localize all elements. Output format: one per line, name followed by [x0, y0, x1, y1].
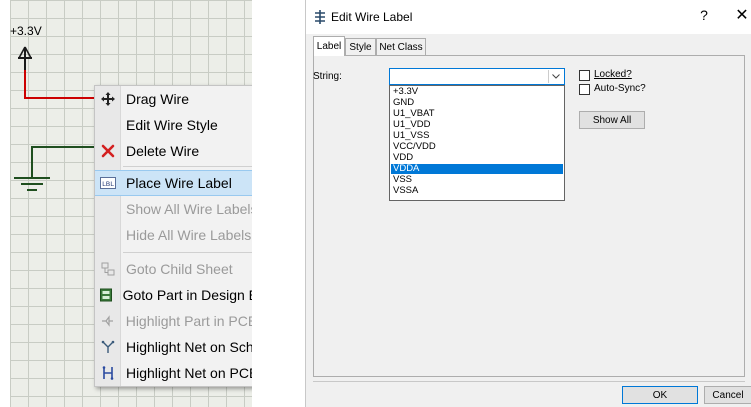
menu-item-label: Drag Wire [126, 91, 190, 107]
tab-net-class[interactable]: Net Class [376, 38, 426, 55]
dialog-footer-divider [313, 381, 745, 382]
dropdown-option[interactable]: VCC/VDD [391, 142, 563, 152]
dialog-titlebar[interactable]: Edit Wire Label ? ✕ [306, 0, 751, 34]
wire-label-app-icon [314, 10, 326, 29]
lbl-icon: LBL [95, 177, 120, 189]
schematic-canvas[interactable]: +3.3V Drag Wire Edit Wire Style Delete W… [10, 0, 252, 407]
menu-item-label: Delete Wire [126, 143, 200, 159]
menu-item-highlight-net-on-schematic[interactable]: Highlight Net on Sche [95, 334, 252, 360]
auto-sync-checkbox[interactable] [579, 84, 590, 95]
menu-item-label: Goto Part in Design Ex [122, 287, 252, 303]
dropdown-option-selected[interactable]: VDDA [391, 164, 563, 174]
ground-wire[interactable] [31, 146, 94, 178]
wire-context-menu: Drag Wire Edit Wire Style Delete Wire LB… [94, 85, 252, 387]
menu-item-label: Show All Wire Labels [126, 201, 252, 217]
menu-item-label: Highlight Net on PCB [126, 365, 252, 381]
close-button[interactable]: ✕ [732, 5, 751, 25]
menu-item-hide-all-wire-labels[interactable]: Hide All Wire Labels [95, 222, 252, 248]
dropdown-option[interactable]: +3.3V [391, 87, 563, 97]
dropdown-option[interactable]: U1_VDD [391, 120, 563, 130]
highlight-part-icon [95, 314, 120, 328]
menu-separator [123, 166, 252, 167]
menu-item-place-wire-label[interactable]: LBL Place Wire Label [95, 170, 252, 196]
string-dropdown-list: +3.3V GND U1_VBAT U1_VDD U1_VSS VCC/VDD … [389, 85, 565, 201]
child-sheet-icon [95, 262, 120, 276]
net-schematic-icon [95, 340, 120, 354]
ground-symbol-icon[interactable] [14, 177, 50, 191]
show-all-button[interactable]: Show All [579, 111, 645, 129]
cancel-button[interactable]: Cancel [704, 386, 751, 404]
string-label: String: [313, 71, 342, 82]
net-pcb-icon [95, 366, 120, 380]
menu-item-highlight-part-in-pcb[interactable]: Highlight Part in PCB I [95, 308, 252, 334]
menu-separator [123, 252, 252, 253]
string-value [390, 74, 393, 85]
menu-item-label: Place Wire Label [126, 175, 232, 191]
chevron-down-icon[interactable] [548, 70, 563, 83]
power-terminal-icon[interactable] [18, 46, 32, 70]
dropdown-option[interactable]: VSS [391, 175, 563, 185]
svg-text:LBL: LBL [102, 180, 114, 188]
menu-item-show-all-wire-labels[interactable]: Show All Wire Labels [95, 196, 252, 222]
locked-checkbox[interactable] [579, 70, 590, 81]
menu-item-edit-wire-style[interactable]: Edit Wire Style [95, 112, 252, 138]
red-x-icon [95, 144, 120, 158]
tab-style[interactable]: Style [345, 38, 376, 55]
move-arrows-icon [95, 92, 120, 106]
menu-item-label: Edit Wire Style [126, 117, 218, 133]
tab-label[interactable]: Label [313, 36, 345, 56]
dialog-title: Edit Wire Label [331, 10, 413, 24]
menu-item-goto-child-sheet[interactable]: Goto Child Sheet [95, 256, 252, 282]
ok-button[interactable]: OK [622, 386, 698, 404]
string-combobox[interactable] [389, 68, 565, 85]
menu-item-highlight-net-on-pcb[interactable]: Highlight Net on PCB [95, 360, 252, 386]
menu-item-label: Goto Child Sheet [126, 261, 233, 277]
dropdown-option[interactable]: VSSA [391, 186, 563, 196]
menu-item-label: Highlight Part in PCB I [125, 313, 252, 329]
menu-item-drag-wire[interactable]: Drag Wire [95, 86, 252, 112]
menu-item-label: Hide All Wire Labels [126, 227, 252, 243]
menu-item-goto-part-in-design-explorer[interactable]: Goto Part in Design Ex [95, 282, 252, 308]
dropdown-option[interactable]: U1_VSS [391, 131, 563, 141]
menu-item-label: Highlight Net on Sche [126, 339, 252, 355]
dropdown-option[interactable]: VDD [391, 153, 563, 163]
help-button[interactable]: ? [694, 7, 714, 23]
dropdown-option[interactable]: U1_VBAT [391, 109, 563, 119]
dropdown-option[interactable]: GND [391, 98, 563, 108]
design-explorer-icon [95, 288, 117, 302]
locked-label: Locked? [594, 69, 632, 80]
selected-wire[interactable] [24, 70, 94, 99]
auto-sync-label: Auto-Sync? [594, 83, 646, 94]
menu-item-delete-wire[interactable]: Delete Wire [95, 138, 252, 164]
